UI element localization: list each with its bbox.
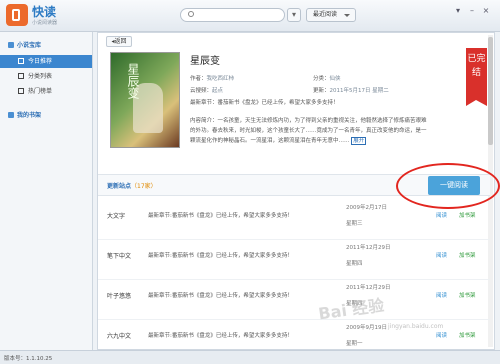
add-to-shelf-link[interactable]: 加书架 (459, 291, 476, 299)
library-icon (8, 42, 14, 48)
sites-title: 更新站点（17家） (107, 183, 157, 190)
library-title: 小说宝库 (17, 42, 42, 49)
author-field: 作者：我吃西红柿 (190, 76, 235, 82)
recent-read-button[interactable]: 最近阅读 (306, 8, 356, 22)
latest-chapter-field: 最新章节：番茄新书《盘龙》已经上传，希望大家多多支持！ (190, 100, 339, 106)
sidebar-item-label: 分类列表 (28, 73, 53, 80)
site-update: 最新章节:番茄新书《盘龙》已经上传，希望大家多多支持！ (148, 333, 293, 339)
close-icon[interactable]: × (480, 6, 492, 16)
update-field: 更新：2011年5月17日 星期二 (313, 88, 389, 94)
scrollbar-thumb[interactable] (488, 37, 493, 145)
list-icon (18, 73, 24, 79)
add-to-shelf-link[interactable]: 加书架 (459, 251, 476, 259)
site-date: 2011年12月29日 (346, 285, 391, 291)
minimize-icon[interactable]: – (466, 6, 478, 16)
site-weekday: 星期四 (346, 261, 363, 267)
read-link[interactable]: 阅读 (436, 251, 447, 259)
site-name: 大文字 (107, 213, 126, 220)
app-logo-icon (6, 4, 28, 26)
thumb-icon (18, 58, 24, 64)
app-name: 快读 (32, 5, 57, 19)
app-subtitle: 小说阅读器 (32, 20, 58, 26)
shelf-heading[interactable]: 我的书架 (8, 110, 41, 119)
read-link[interactable]: 阅读 (436, 331, 447, 339)
back-button[interactable]: ◂返回 (106, 36, 132, 47)
site-update: 最新章节:番茄新书《盘龙》已经上传，希望大家多多支持！ (148, 293, 293, 299)
search-dropdown-button[interactable]: ▾ (287, 8, 301, 22)
status-bar: 版本号：1.1.10.25 (0, 350, 500, 364)
bookshelf-icon (8, 112, 14, 118)
site-name: 六九中文 (107, 333, 132, 340)
site-date: 2009年9月19日 (346, 325, 387, 331)
site-update: 最新章节:番茄新书《盘龙》已经上传，希望大家多多支持！ (148, 253, 293, 259)
menu-icon[interactable]: ▾ (452, 6, 464, 16)
site-name: 笔下中文 (107, 253, 132, 260)
sidebar-item-label: 今日推荐 (28, 58, 53, 65)
platform-field: 云搜频：起点 (190, 88, 224, 94)
table-row: 大文字 最新章节:番茄新书《盘龙》已经上传，希望大家多多支持！ 2009年2月1… (98, 199, 490, 240)
read-link[interactable]: 阅读 (436, 291, 447, 299)
watermark-url: jingyan.baidu.com (388, 323, 444, 330)
sidebar-item-today[interactable]: 今日推荐 (0, 55, 92, 68)
book-detail-panel: ◂返回 星辰变 星辰变 作者：我吃西红柿 分类：仙侠 云搜频：起点 更新：201… (97, 32, 500, 360)
site-weekday: 星期一 (346, 341, 363, 347)
sidebar-item-label: 热门榜单 (28, 88, 53, 95)
category-field: 分类：仙侠 (313, 76, 341, 82)
site-date: 2009年2月17日 (346, 205, 387, 211)
sidebar-item-categories[interactable]: 分类列表 (0, 70, 92, 83)
table-row: 笔下中文 最新章节:番茄新书《盘龙》已经上传，希望大家多多支持！ 2011年12… (98, 239, 490, 280)
site-update: 最新章节:番茄新书《盘龙》已经上传，希望大家多多支持！ (148, 213, 293, 219)
chart-icon (18, 88, 24, 94)
title-bar: 快读 小说阅读器 ▾ 最近阅读 ▾ – × (0, 0, 500, 32)
table-row: 叶子悠悠 最新章节:番茄新书《盘龙》已经上传，希望大家多多支持！ 2011年12… (98, 279, 490, 320)
book-cover[interactable]: 星辰变 (110, 52, 180, 148)
search-icon[interactable] (188, 11, 194, 17)
add-to-shelf-link[interactable]: 加书架 (459, 211, 476, 219)
sidebar: 小说宝库 今日推荐 分类列表 热门榜单 我的书架 (0, 32, 93, 350)
book-description: 内容简介：一名孩童，天生无法修炼内功，为了得到父亲的重视关注，他毅然选择了修炼痛… (190, 118, 427, 145)
library-heading: 小说宝库 (8, 40, 41, 49)
book-title: 星辰变 (190, 56, 220, 67)
search-input[interactable] (180, 8, 285, 22)
version-label: 版本号：1.1.10.25 (4, 356, 53, 362)
site-weekday: 星期三 (346, 221, 363, 227)
read-link[interactable]: 阅读 (436, 211, 447, 219)
status-badge: 已完结 (466, 48, 487, 106)
shelf-title: 我的书架 (17, 112, 42, 119)
site-name: 叶子悠悠 (107, 293, 132, 300)
sites-count: （17家） (131, 183, 157, 190)
add-to-shelf-link[interactable]: 加书架 (459, 331, 476, 339)
expand-link[interactable]: 展开 (351, 137, 367, 145)
cover-title: 星辰变 (126, 63, 140, 99)
sidebar-item-rankings[interactable]: 热门榜单 (0, 85, 92, 98)
site-date: 2011年12月29日 (346, 245, 391, 251)
